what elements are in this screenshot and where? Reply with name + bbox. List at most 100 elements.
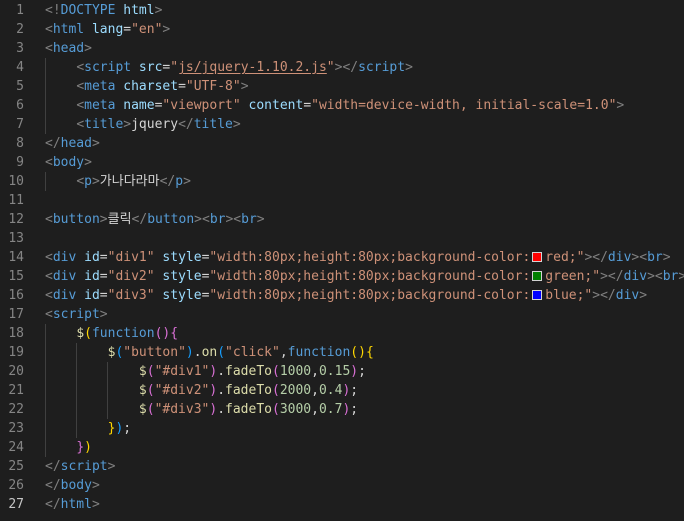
code-token: ( — [217, 345, 226, 360]
code-token: id — [76, 288, 100, 303]
code-token: > — [84, 41, 92, 56]
code-token: charset — [115, 79, 179, 94]
code-token: "width:80px;height:80px;background-color… — [209, 269, 531, 284]
code-token: script — [84, 60, 132, 75]
code-token: style — [154, 250, 202, 265]
line-code: <div id="div3" style="width:80px;height:… — [45, 286, 647, 305]
color-swatch-icon[interactable] — [532, 271, 543, 281]
code-token: "#div1" — [154, 364, 210, 379]
code-line[interactable]: 7 <title>jquery</title> — [0, 115, 684, 134]
code-token: div — [623, 269, 648, 284]
code-line[interactable]: 23 }); — [0, 419, 684, 438]
code-line[interactable]: 10 <p>가나다라마</p> — [0, 172, 684, 191]
code-token: ( — [272, 402, 280, 417]
code-line[interactable]: 11 — [0, 191, 684, 210]
code-token: < — [76, 174, 85, 189]
line-code: }) — [45, 438, 92, 457]
code-token: head — [52, 41, 85, 56]
line-number: 15 — [8, 269, 24, 284]
code-line[interactable]: 12 <button>클릭</button><br><br> — [0, 210, 684, 229]
code-line[interactable]: 19 $("button").on("click",function(){ — [0, 343, 684, 362]
code-line[interactable]: 27 </html> — [0, 495, 684, 514]
code-line[interactable]: 3 <head> — [0, 39, 684, 58]
code-token: red;" — [545, 250, 585, 265]
code-token: div — [607, 250, 632, 265]
code-token: $ — [138, 364, 147, 379]
color-swatch-icon[interactable] — [532, 252, 543, 262]
line-number: 25 — [8, 459, 24, 474]
code-token: 0.4 — [318, 383, 343, 398]
code-token: { — [170, 326, 179, 341]
code-line[interactable]: 14 <div id="div1" style="width:80px;heigh… — [0, 248, 684, 267]
code-token: < — [76, 60, 85, 75]
line-code: <script> — [45, 305, 108, 324]
code-token: ( — [146, 383, 155, 398]
code-token: "width:80px;height:80px;background-color… — [209, 288, 531, 303]
code-token: fadeTo — [225, 402, 272, 417]
code-line[interactable]: 15 <div id="div2" style="width:80px;heigh… — [0, 267, 684, 286]
code-line[interactable]: 26 </body> — [0, 476, 684, 495]
code-token: name — [115, 98, 155, 113]
code-token: . — [217, 402, 226, 417]
code-token: </ — [159, 174, 176, 189]
code-token: "#div3" — [154, 402, 210, 417]
color-swatch-icon[interactable] — [532, 290, 543, 300]
code-line[interactable]: 20 $("#div1").fadeTo(1000,0.15); — [0, 362, 684, 381]
code-token: content — [240, 98, 304, 113]
code-token: < — [45, 155, 53, 170]
code-token: ) — [84, 440, 92, 455]
code-line[interactable]: 21 $("#div2").fadeTo(2000,0.4); — [0, 381, 684, 400]
line-number: 9 — [16, 155, 24, 170]
line-code: <p>가나다라마</p> — [45, 172, 191, 191]
code-token: ( — [84, 326, 92, 341]
code-token: DOCTYPE — [60, 3, 116, 18]
code-token: head — [60, 136, 92, 151]
code-token: 가나다라마 — [99, 174, 160, 189]
code-line[interactable]: 22 $("#div3").fadeTo(3000,0.7); — [0, 400, 684, 419]
code-token: "button" — [123, 345, 186, 360]
code-token: > — [256, 212, 265, 227]
line-code: $("#div1").fadeTo(1000,0.15); — [45, 362, 366, 381]
code-editor[interactable]: 1 <!DOCTYPE html> 2 <html lang="en"> 3 <head>… — [0, 0, 684, 521]
code-line[interactable]: 18 $(function(){ — [0, 324, 684, 343]
code-token: html — [115, 3, 155, 18]
code-token: > — [91, 136, 100, 151]
code-token: > — [616, 98, 625, 113]
code-token: "click" — [225, 345, 280, 360]
code-line[interactable]: 17 <script> — [0, 305, 684, 324]
code-token: < — [45, 41, 53, 56]
code-token: ) — [185, 345, 194, 360]
code-token: body — [52, 155, 85, 170]
code-line[interactable]: 1 <!DOCTYPE html> — [0, 1, 684, 20]
code-token: style — [154, 288, 202, 303]
line-code: <meta charset="UTF-8"> — [45, 77, 248, 96]
code-token: ></ — [600, 269, 624, 284]
code-line[interactable]: 4 <script src="js/jquery-1.10.2.js"></sc… — [0, 58, 684, 77]
line-code: <div id="div1" style="width:80px;height:… — [45, 248, 671, 267]
code-token: title — [84, 117, 124, 132]
line-code: $("#div3").fadeTo(3000,0.7); — [45, 400, 358, 419]
line-number: 4 — [16, 60, 24, 75]
code-token: = — [303, 98, 312, 113]
code-line[interactable]: 25 </script> — [0, 457, 684, 476]
code-line[interactable]: 8 </head> — [0, 134, 684, 153]
code-token: $ — [138, 402, 147, 417]
code-token: >< — [194, 212, 210, 227]
code-line[interactable]: 6 <meta name="viewport" content="width=d… — [0, 96, 684, 115]
line-code: <title>jquery</title> — [45, 115, 240, 134]
code-token: > — [107, 459, 116, 474]
code-token: green;" — [545, 269, 601, 284]
code-line[interactable]: 13 — [0, 229, 684, 248]
code-token: . — [217, 383, 226, 398]
line-number: 1 — [16, 3, 24, 18]
code-line[interactable]: 9 <body> — [0, 153, 684, 172]
code-token: = — [178, 79, 186, 94]
code-line[interactable]: 24 }) — [0, 438, 684, 457]
code-line[interactable]: 5 <meta charset="UTF-8"> — [0, 77, 684, 96]
code-line[interactable]: 2 <html lang="en"> — [0, 20, 684, 39]
code-token: < — [45, 22, 53, 37]
code-line[interactable]: 16 <div id="div3" style="width:80px;heigh… — [0, 286, 684, 305]
line-code: <div id="div2" style="width:80px;height:… — [45, 267, 684, 286]
